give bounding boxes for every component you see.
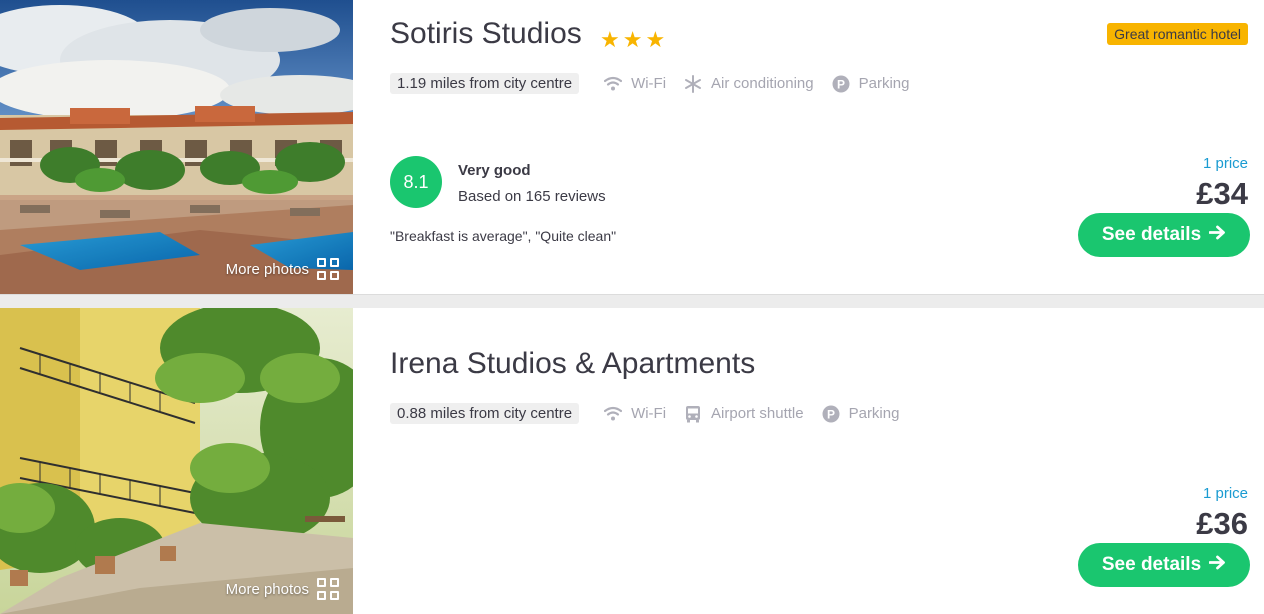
bus-icon bbox=[683, 404, 703, 424]
amenity-label: Wi-Fi bbox=[631, 75, 667, 92]
amenity-label: Parking bbox=[848, 405, 900, 422]
more-photos-button[interactable]: More photos bbox=[226, 578, 339, 600]
amenities-row: 1.19 miles from city centre Wi-Fi Air co… bbox=[390, 73, 926, 94]
amenity-parking: P Parking bbox=[821, 404, 900, 424]
amenity-label: Air conditioning bbox=[711, 75, 814, 92]
parking-icon: P bbox=[831, 74, 851, 94]
svg-text:P: P bbox=[827, 407, 835, 421]
more-photos-label: More photos bbox=[225, 260, 309, 278]
card-separator bbox=[0, 294, 1264, 308]
rating-score[interactable]: 8.1 bbox=[390, 156, 442, 208]
price-count-link[interactable]: 1 price bbox=[1203, 155, 1248, 172]
amenity-airport-shuttle: Airport shuttle bbox=[683, 404, 804, 424]
arrow-right-icon bbox=[1208, 224, 1226, 246]
recommendation-badge: Great romantic hotel bbox=[1107, 23, 1248, 45]
star-rating: ★★★ bbox=[600, 27, 669, 52]
amenity-wifi: Wi-Fi bbox=[603, 404, 666, 424]
hotel-photo-image bbox=[0, 308, 353, 614]
amenity-label: Parking bbox=[858, 75, 910, 92]
hotel-title[interactable]: Irena Studios & Apartments bbox=[390, 347, 755, 381]
hotel-photo[interactable]: More photos bbox=[0, 308, 353, 614]
rating-word: Very good bbox=[458, 162, 531, 179]
wifi-icon bbox=[603, 74, 623, 94]
hotel-title[interactable]: Sotiris Studios bbox=[390, 17, 582, 51]
amenity-wifi: Wi-Fi bbox=[603, 74, 666, 94]
hotel-photo-image bbox=[0, 0, 353, 294]
reviews-count[interactable]: Based on 165 reviews bbox=[458, 188, 606, 205]
hotel-photo[interactable]: More photos bbox=[0, 0, 353, 294]
svg-text:P: P bbox=[837, 77, 845, 91]
more-photos-button[interactable]: More photos bbox=[226, 258, 339, 280]
see-details-button[interactable]: See details bbox=[1078, 543, 1250, 587]
distance-label: 1.19 miles from city centre bbox=[390, 73, 580, 94]
parking-icon: P bbox=[821, 404, 841, 424]
price-count-link[interactable]: 1 price bbox=[1203, 485, 1248, 502]
see-details-label: See details bbox=[1101, 224, 1202, 245]
amenity-parking: P Parking bbox=[831, 74, 910, 94]
see-details-button[interactable]: See details bbox=[1078, 213, 1250, 257]
amenity-air-conditioning: Air conditioning bbox=[683, 74, 814, 94]
more-photos-label: More photos bbox=[225, 580, 309, 598]
see-details-label: See details bbox=[1101, 554, 1202, 575]
hotel-card: More photos Irena Studios & Apartments 0… bbox=[0, 308, 1264, 614]
gallery-grid-icon bbox=[317, 258, 339, 280]
arrow-right-icon bbox=[1208, 554, 1226, 576]
review-quote: "Breakfast is average", "Quite clean" bbox=[390, 228, 617, 244]
amenity-label: Airport shuttle bbox=[711, 405, 804, 422]
amenities-row: 0.88 miles from city centre Wi-Fi Airpor… bbox=[390, 403, 916, 424]
distance-label: 0.88 miles from city centre bbox=[390, 403, 580, 424]
price: £36 bbox=[1196, 506, 1248, 541]
hotel-card: More photos Sotiris Studios ★★★ Great ro… bbox=[0, 0, 1264, 294]
snowflake-icon bbox=[683, 74, 703, 94]
amenity-label: Wi-Fi bbox=[631, 405, 667, 422]
gallery-grid-icon bbox=[317, 578, 339, 600]
price: £34 bbox=[1196, 176, 1248, 211]
wifi-icon bbox=[603, 404, 623, 424]
